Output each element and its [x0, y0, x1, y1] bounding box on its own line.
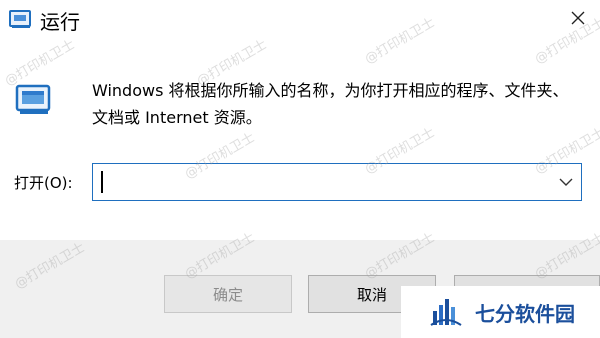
run-description: Windows 将根据你所输入的名称，为你打开相应的程序、文件夹、文档或 Int… [92, 81, 569, 127]
badge-text: 七分软件园 [475, 301, 575, 326]
open-label: 打开(O): [14, 174, 73, 192]
title-bar: 运行 [0, 0, 600, 42]
run-dialog: 运行 Windows 将根据你所输入的名称，为你打开相应的程序、文件夹、文档或 … [0, 0, 600, 338]
seven-logo-icon [429, 295, 463, 329]
dropdown-button[interactable] [551, 164, 581, 199]
watermark: @打印机卫士 [2, 37, 78, 90]
site-badge: 七分软件园 [401, 286, 600, 338]
open-combobox[interactable] [92, 163, 582, 201]
run-program-icon [14, 82, 54, 118]
window-title: 运行 [40, 10, 80, 34]
open-input[interactable] [97, 164, 537, 199]
ok-button[interactable]: 确定 [164, 275, 292, 313]
chevron-down-icon [559, 178, 573, 186]
close-button[interactable] [556, 0, 600, 36]
run-app-icon [8, 8, 34, 30]
close-icon [571, 11, 585, 25]
